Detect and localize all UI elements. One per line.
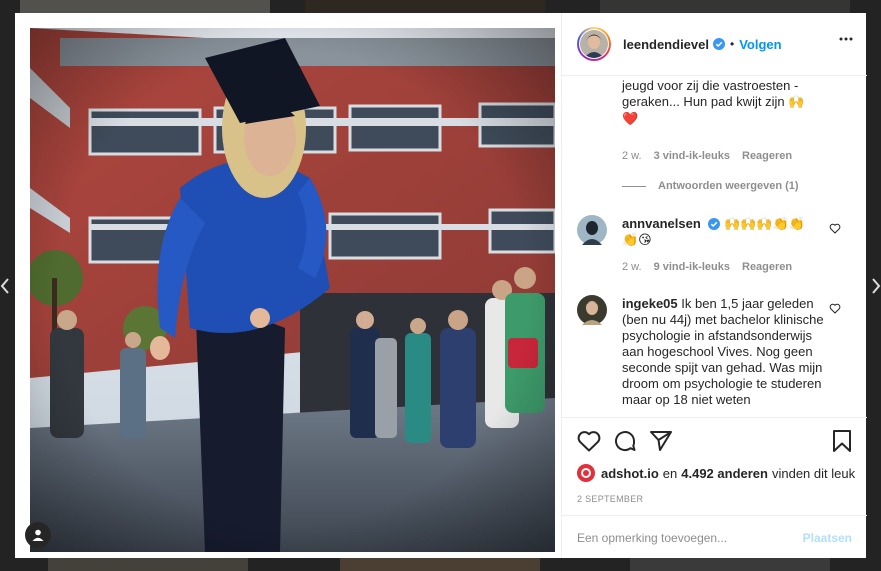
previous-arrow-icon[interactable] [0,276,10,296]
tagged-users-button[interactable] [25,522,51,548]
comment-meta: 2 w. 9 vind-ik-leuks Reageren [622,261,792,273]
author-username[interactable]: leendendievel [623,37,709,52]
follow-button[interactable]: Volgen [739,37,781,52]
comment-body: ingeke05 Ik ben 1,5 jaar geleden (ben nu… [622,296,832,408]
post-actions: adshot.io en 4.492 anderen vinden dit le… [562,417,867,558]
comment-bubble-icon[interactable] [613,429,637,453]
post-comment-button[interactable]: Plaatsen [803,531,852,545]
author-avatar[interactable] [577,27,611,61]
caption-reply-button[interactable]: Reageren [742,150,792,162]
next-arrow-icon[interactable] [871,276,881,296]
like-heart-icon[interactable] [577,430,601,452]
caption-text: jeugd voor zij die vastroesten - geraken… [622,78,805,109]
comment-like-heart-icon[interactable] [829,303,841,314]
likes-suffix: vinden dit leuk [771,465,856,481]
comment-like-heart-icon[interactable] [829,223,841,234]
caption-meta: 2 w. 3 vind-ik-leuks Reageren [622,150,792,162]
save-bookmark-icon[interactable] [832,429,852,453]
comment-time: 2 w. [622,261,642,273]
user-icon [32,529,44,541]
add-comment-bar: Plaatsen [562,515,867,559]
likes-connector: en [662,465,678,481]
comments-list[interactable]: jeugd voor zij die vastroesten - geraken… [562,77,867,416]
comment-input[interactable] [577,530,803,545]
commenter-avatar[interactable] [577,295,607,325]
more-dots-icon[interactable] [839,37,853,41]
caption-time: 2 w. [622,150,642,162]
comment-text: Ik ben 1,5 jaar geleden (ben nu 44j) met… [622,296,824,407]
liker-avatar[interactable] [577,464,595,482]
avatar-image [580,30,608,58]
view-replies[interactable]: Antwoorden weergeven (1) [622,180,799,192]
graduation-photo [30,28,555,552]
post-photo [30,28,555,552]
comment-username[interactable]: ingeke05 [622,296,678,311]
liker-username[interactable]: adshot.io [601,466,659,481]
caption-heart: ❤️ [622,111,639,126]
comment-reply-button[interactable]: Reageren [742,261,792,273]
post-side-panel: leendendievel • Volgen jeugd voor zij di… [561,13,867,558]
post-photo-panel [15,13,561,558]
replies-line [622,185,646,187]
likes-count[interactable]: 4.492 anderen [681,466,768,481]
post-modal: leendendievel • Volgen jeugd voor zij di… [15,13,867,558]
verified-badge-icon [712,38,725,50]
post-date[interactable]: 2 SEPTEMBER [577,494,643,504]
post-header: leendendievel • Volgen [562,13,867,76]
separator-dot: • [729,37,735,51]
comment-likes[interactable]: 9 vind-ik-leuks [654,261,730,273]
comment-username[interactable]: annvanelsen [622,216,701,231]
caption: jeugd voor zij die vastroesten - geraken… [622,78,812,127]
comment-body: annvanelsen 🙌🙌🙌👏👏 👏😘 [622,216,822,248]
view-replies-label[interactable]: Antwoorden weergeven (1) [658,180,799,192]
caption-likes[interactable]: 3 vind-ik-leuks [654,150,730,162]
share-send-icon[interactable] [649,430,673,452]
verified-badge-icon [708,218,721,230]
commenter-avatar[interactable] [577,215,607,245]
likes-summary: adshot.io en 4.492 anderen vinden dit le… [577,464,855,482]
